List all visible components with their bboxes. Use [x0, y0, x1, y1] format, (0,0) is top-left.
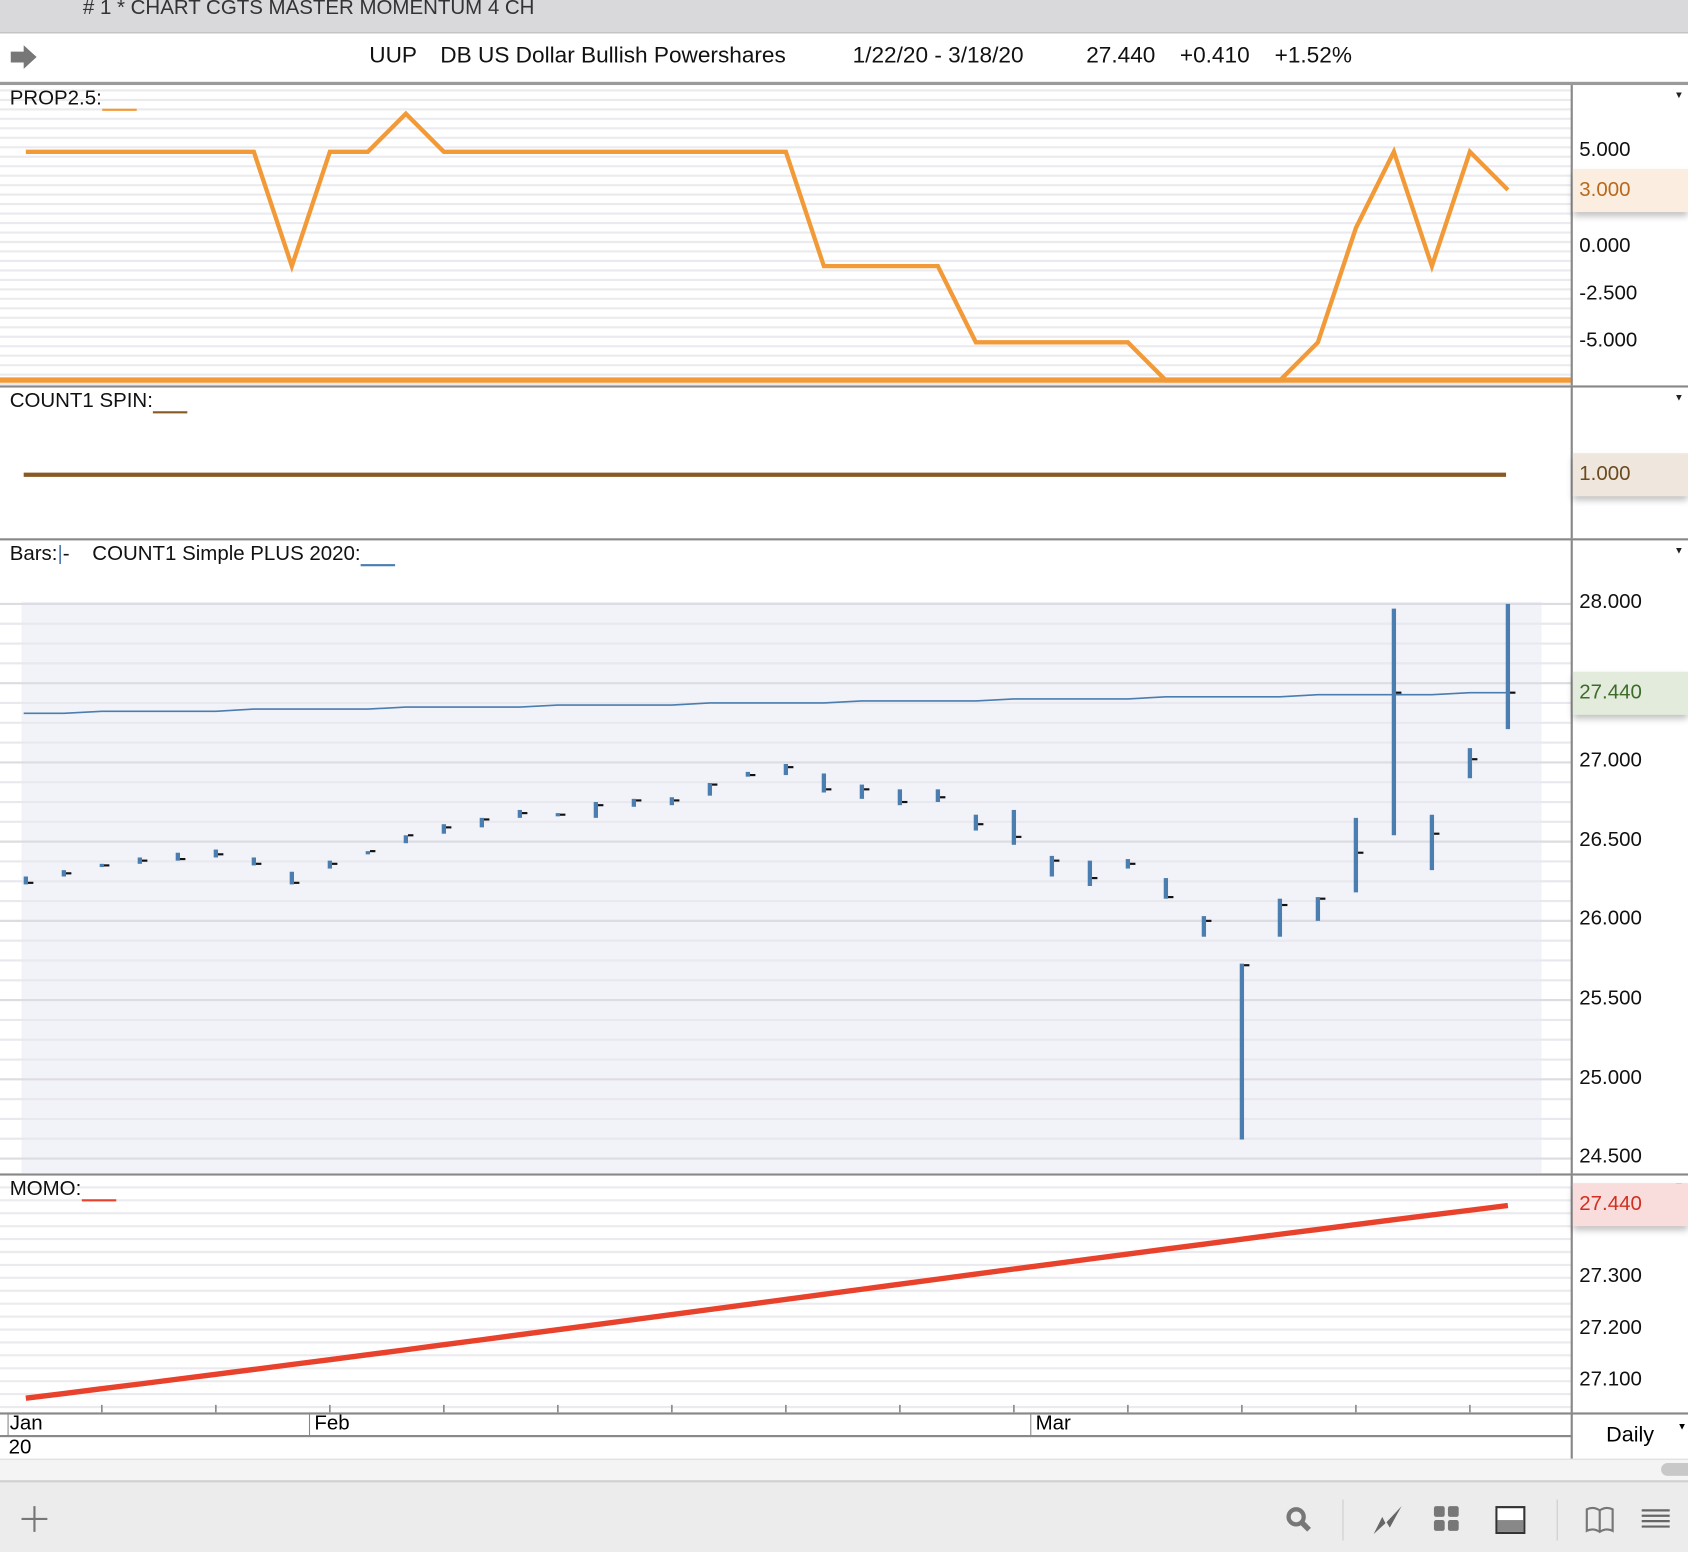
y-tick-label: 5.000	[1579, 138, 1631, 162]
momo-current-value: 27.440	[1572, 1183, 1688, 1227]
period-dropdown-icon[interactable]: ▼	[1677, 1421, 1687, 1432]
window-title: # 1 * CHART CGTS MASTER MOMENTUM 4 CH	[82, 0, 535, 20]
y-tick-label: 27.200	[1579, 1316, 1642, 1340]
spin-panel: COUNT1 SPIN: ▼ 1.000	[0, 387, 1688, 541]
bottom-toolbar	[0, 1480, 1688, 1552]
momo-plot	[0, 1186, 1572, 1413]
prop-label: PROP2.5:	[10, 87, 137, 111]
panel-layout-icon[interactable]	[1495, 1504, 1526, 1535]
price-change: +0.410	[1179, 43, 1250, 68]
momo-panel: MOMO: ▼ 27.30027.20027.100 27.440	[0, 1175, 1688, 1415]
momo-label: MOMO:	[10, 1178, 116, 1202]
spin-label: COUNT1 SPIN:	[10, 390, 188, 414]
menu-lines-icon[interactable]	[1641, 1504, 1671, 1534]
panel-menu-icon[interactable]: ▼	[1674, 392, 1684, 403]
month-mar: Mar	[1030, 1412, 1071, 1437]
month-jan: Jan	[7, 1412, 43, 1437]
y-tick-label: 24.500	[1579, 1145, 1642, 1169]
y-tick-label: 26.500	[1579, 828, 1642, 852]
last-price: 27.440	[1086, 43, 1156, 68]
y-tick-label: 27.300	[1579, 1264, 1642, 1288]
price-plot	[0, 601, 1572, 1174]
y-tick-label: 26.000	[1579, 907, 1642, 931]
plot-background	[21, 601, 1542, 1174]
bars-panel: Bars:|- COUNT1 Simple PLUS 2020: ▼ 28.00…	[0, 540, 1688, 1176]
y-tick-label: 25.500	[1579, 987, 1642, 1010]
panel-menu-icon[interactable]: ▼	[1674, 89, 1684, 100]
book-icon[interactable]	[1585, 1504, 1615, 1534]
scrollbar-thumb[interactable]	[1661, 1463, 1688, 1476]
symbol-name: DB US Dollar Bullish Powershares	[440, 43, 786, 68]
y-tick-label: 0.000	[1579, 234, 1631, 257]
prop-line	[25, 110, 1510, 383]
prop-panel: PROP2.5: ▼ 5.000 0.000 -2.500 -5.000 3.000	[0, 85, 1688, 388]
y-tick-label: -2.500	[1579, 281, 1638, 305]
spin-current-value: 1.000	[1572, 453, 1688, 497]
bars-current-value: 27.440	[1572, 671, 1688, 715]
year-label: 20	[8, 1436, 32, 1459]
y-tick-label: 28.000	[1579, 591, 1642, 614]
date-axis: Jan Feb Mar 20 Daily ▼	[0, 1412, 1688, 1459]
search-icon[interactable]	[1283, 1504, 1313, 1534]
arrow-right-icon[interactable]	[9, 43, 39, 71]
chart-line-icon[interactable]	[1373, 1504, 1403, 1535]
spin-plot	[23, 472, 1507, 477]
grid-layout-icon[interactable]	[1432, 1504, 1462, 1534]
price-change-pct: +1.52%	[1274, 43, 1352, 68]
date-range: 1/22/20 - 3/18/20	[852, 43, 1024, 68]
title-bar: # 1 * CHART CGTS MASTER MOMENTUM 4 CH	[0, 0, 1688, 34]
chart-window: # 1 * CHART CGTS MASTER MOMENTUM 4 CH UU…	[0, 0, 1688, 1552]
period-select[interactable]: Daily	[1606, 1423, 1654, 1448]
prop-current-value: 3.000	[1572, 169, 1688, 213]
panel-menu-icon[interactable]: ▼	[1674, 545, 1684, 556]
y-tick-label: 27.000	[1579, 749, 1642, 773]
y-tick-label: 25.000	[1579, 1066, 1642, 1090]
symbol-header: UUP DB US Dollar Bullish Powershares 1/2…	[0, 32, 1688, 86]
y-tick-label: 27.100	[1579, 1368, 1642, 1391]
horizontal-scrollbar[interactable]	[0, 1458, 1688, 1482]
prop-plot	[0, 89, 1572, 386]
bars-label: Bars:|- COUNT1 Simple PLUS 2020:	[10, 543, 396, 567]
symbol: UUP	[369, 43, 417, 68]
plus-icon[interactable]	[19, 1504, 49, 1534]
y-tick-label: -5.000	[1579, 329, 1638, 353]
month-feb: Feb	[308, 1412, 350, 1437]
